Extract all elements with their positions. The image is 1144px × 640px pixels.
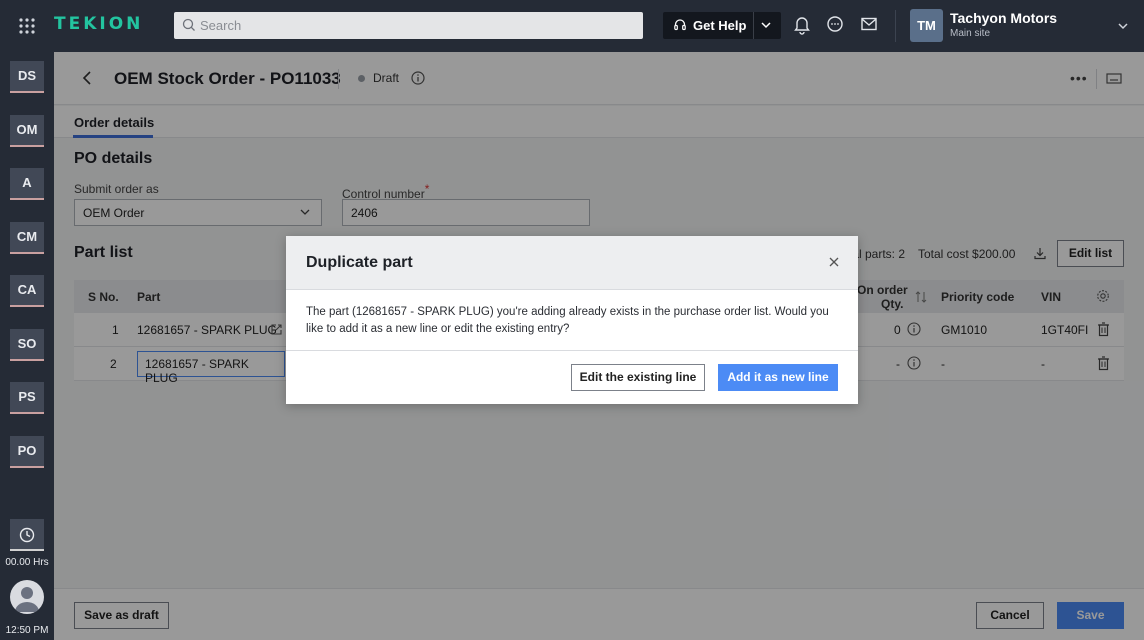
sidebar-item-ca[interactable]: CA	[10, 275, 44, 307]
sidebar-item-ds[interactable]: DS	[10, 61, 44, 93]
sidebar-item-po[interactable]: PO	[10, 436, 44, 468]
chat-icon[interactable]	[826, 15, 844, 33]
hours-text: 00.00 Hrs	[5, 557, 49, 568]
dialog-title: Duplicate part	[306, 254, 413, 271]
sidebar: DS OM A CM CA SO PS PO 00.00 Hrs 12:50 P…	[0, 52, 54, 640]
sidebar-item-so[interactable]: SO	[10, 329, 44, 361]
tekion-logo: TEKION	[54, 14, 144, 34]
dialog-message: The part (12681657 - SPARK PLUG) you're …	[306, 306, 829, 335]
mail-icon[interactable]	[860, 15, 878, 33]
search-icon	[182, 18, 195, 31]
sidebar-item-a[interactable]: A	[10, 168, 44, 200]
duplicate-part-dialog: Duplicate part The part (12681657 - SPAR…	[286, 236, 858, 404]
time-text: 12:50 PM	[5, 625, 49, 636]
divider	[895, 10, 896, 42]
top-bar: TEKION Get Help TM Tachyon Motors Main s…	[0, 0, 1144, 52]
get-help-button[interactable]: Get Help	[663, 12, 781, 39]
edit-existing-line-button[interactable]: Edit the existing line	[571, 364, 705, 391]
user-icon	[15, 587, 39, 612]
clock-button[interactable]	[10, 519, 44, 551]
bell-icon[interactable]	[793, 15, 811, 35]
org-name[interactable]: Tachyon Motors	[950, 10, 1057, 26]
get-help-label: Get Help	[693, 18, 747, 33]
dialog-footer: Edit the existing line Add it as new lin…	[286, 350, 858, 404]
sidebar-item-ps[interactable]: PS	[10, 382, 44, 414]
app-grid-icon[interactable]	[17, 16, 37, 36]
sidebar-item-cm[interactable]: CM	[10, 222, 44, 254]
close-icon[interactable]	[828, 256, 840, 268]
clock-icon	[19, 527, 35, 543]
org-avatar[interactable]: TM	[910, 9, 943, 42]
chevron-down-icon[interactable]	[760, 19, 772, 31]
headset-icon	[674, 19, 686, 31]
divider	[753, 12, 754, 39]
org-site: Main site	[950, 28, 991, 39]
add-as-new-line-button[interactable]: Add it as new line	[718, 364, 838, 391]
chevron-down-icon[interactable]	[1117, 20, 1129, 32]
sidebar-item-om[interactable]: OM	[10, 115, 44, 147]
user-avatar[interactable]	[10, 580, 44, 614]
dialog-header: Duplicate part	[286, 236, 858, 290]
search-box[interactable]	[174, 12, 643, 39]
search-input[interactable]	[200, 12, 630, 39]
